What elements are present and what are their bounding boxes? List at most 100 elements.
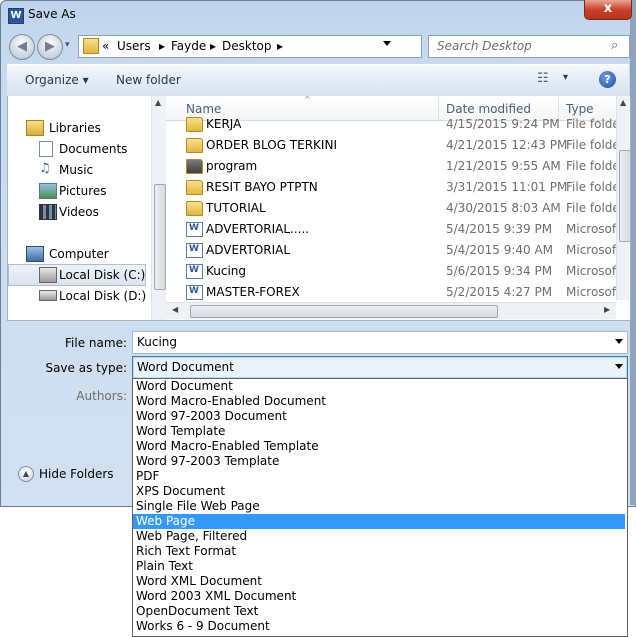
file-type: File folde — [566, 201, 618, 215]
save-type-option[interactable]: OpenDocument Text — [133, 604, 625, 619]
file-row[interactable]: ADVERTORIAL 5/4/2015 9:40 AM Microsoft — [166, 240, 618, 261]
file-row[interactable]: program 1/21/2015 9:55 AM File folde — [166, 156, 618, 177]
save-as-type-select[interactable]: Word Document — [132, 356, 628, 379]
save-type-option[interactable]: Word Document — [133, 379, 625, 394]
save-type-option[interactable]: Word 97-2003 Template — [133, 454, 625, 469]
nav-item-label: Music — [59, 163, 94, 177]
save-type-option[interactable]: PDF — [133, 469, 625, 484]
scroll-right-icon[interactable]: ▶ — [604, 305, 610, 314]
file-name-dropdown-icon[interactable] — [615, 339, 623, 344]
save-type-option[interactable]: Word 2003 XML Document — [133, 589, 625, 604]
save-type-option[interactable]: Rich Text Format — [133, 544, 625, 559]
save-type-option[interactable]: Word 97-2003 Document — [133, 409, 625, 424]
scroll-up-icon[interactable]: ▲ — [620, 98, 626, 107]
breadcrumb-desktop[interactable]: Desktop — [222, 39, 272, 53]
scrollbar-thumb[interactable] — [190, 305, 498, 318]
nav-item-computer[interactable]: Computer — [8, 244, 151, 264]
disk-icon — [39, 267, 57, 283]
title-bar[interactable]: W Save As x — [0, 0, 636, 30]
forward-button[interactable]: ▶ — [37, 34, 63, 60]
file-name: ADVERTORIAL..... — [206, 222, 310, 236]
column-header-name[interactable]: Name — [186, 102, 221, 116]
breadcrumb-separator-icon: ▸ — [159, 39, 166, 53]
forward-arrow-icon: ▶ — [45, 39, 55, 54]
breadcrumb-separator-icon: ▸ — [210, 39, 217, 53]
authors-label: Authors: — [76, 389, 127, 403]
file-list-vertical-scrollbar[interactable]: ▲ — [616, 96, 630, 300]
nav-item-documents[interactable]: Documents — [8, 139, 151, 159]
recent-locations-chevron-icon[interactable]: ▾ — [65, 40, 70, 50]
scroll-up-icon[interactable]: ▲ — [155, 98, 161, 107]
file-date-modified: 1/21/2015 9:55 AM — [446, 159, 561, 173]
back-arrow-icon: ◀ — [17, 39, 27, 54]
file-row[interactable]: KERJA 4/15/2015 9:24 PM File folde — [166, 116, 618, 135]
nav-item-local-disk-c[interactable]: Local Disk (C:) — [8, 264, 146, 286]
file-name: KERJA — [206, 117, 242, 131]
search-input[interactable]: Search Desktop ⌕ — [428, 35, 630, 58]
address-dropdown-icon[interactable] — [383, 41, 391, 46]
toolbar: Organize ▾ New folder ☷ ▾ ? — [7, 64, 629, 97]
view-dropdown-icon[interactable]: ▾ — [563, 72, 568, 83]
folder-icon — [186, 117, 203, 132]
back-button[interactable]: ◀ — [9, 34, 35, 60]
save-type-option[interactable]: Web Page — [133, 514, 625, 529]
breadcrumb-fayde[interactable]: Fayde — [171, 39, 206, 53]
file-row[interactable]: ORDER BLOG TERKINI 4/21/2015 12:43 PM File… — [166, 135, 618, 156]
folder-icon — [186, 201, 203, 216]
file-type: File folde — [566, 117, 618, 131]
save-as-type-dropdown-icon[interactable] — [615, 364, 623, 369]
nav-pane-scrollbar[interactable]: ▲ — [151, 96, 166, 320]
file-type: File folde — [566, 138, 618, 152]
scrollbar-thumb[interactable] — [619, 150, 630, 242]
file-row[interactable]: Kucing 5/6/2015 9:34 PM Microsoft — [166, 261, 618, 282]
collapse-up-icon: ▲ — [18, 466, 34, 482]
file-name-input[interactable]: Kucing — [132, 331, 628, 354]
save-as-type-label: Save as type: — [45, 361, 127, 375]
save-type-option[interactable]: Word XML Document — [133, 574, 625, 589]
videos-icon — [39, 204, 57, 220]
documents-icon — [39, 141, 53, 157]
word-app-icon: W — [8, 8, 24, 24]
column-header-type[interactable]: Type — [566, 102, 594, 116]
save-type-option[interactable]: Works 6 - 9 Document — [133, 619, 625, 634]
new-folder-button[interactable]: New folder — [116, 73, 181, 87]
file-list-horizontal-scrollbar[interactable]: ◀ ▶ — [166, 302, 616, 319]
breadcrumb-users[interactable]: Users — [117, 39, 151, 53]
save-type-option[interactable]: Plain Text — [133, 559, 625, 574]
file-date-modified: 5/2/2015 4:27 PM — [446, 285, 553, 299]
nav-item-videos[interactable]: Videos — [8, 202, 151, 222]
file-row[interactable]: MASTER-FOREX 5/2/2015 4:27 PM Microsoft — [166, 282, 618, 300]
file-date-modified: 5/4/2015 9:40 AM — [446, 243, 554, 257]
file-name: MASTER-FOREX — [206, 285, 300, 299]
nav-item-music[interactable]: ♫ Music — [8, 160, 151, 180]
scroll-left-icon[interactable]: ◀ — [172, 305, 178, 314]
help-button[interactable]: ? — [599, 71, 616, 88]
scrollbar-thumb[interactable] — [154, 184, 166, 290]
search-icon[interactable]: ⌕ — [611, 38, 618, 53]
save-as-type-dropdown-list[interactable]: Word Document Word Macro-Enabled Document… — [132, 378, 628, 637]
file-row[interactable]: ADVERTORIAL..... 5/4/2015 9:39 PM Microsof… — [166, 219, 618, 240]
file-list[interactable]: ^ Name Date modified Type KERJA 4/15/2015… — [166, 96, 630, 320]
file-name-value: Kucing — [137, 335, 178, 349]
close-button[interactable]: x — [584, 0, 632, 20]
nav-item-pictures[interactable]: Pictures — [8, 181, 151, 201]
save-type-option[interactable]: XPS Document — [133, 484, 625, 499]
file-date-modified: 4/30/2015 8:03 AM — [446, 201, 561, 215]
file-row[interactable]: TUTORIAL 4/30/2015 8:03 AM File folde — [166, 198, 618, 219]
navigation-pane[interactable]: Libraries Documents ♫ Music Pictures Vid… — [8, 96, 151, 320]
folder-icon — [186, 159, 203, 174]
view-options-icon[interactable]: ☷ — [537, 71, 549, 86]
address-bar[interactable]: « Users ▸ Fayde ▸ Desktop ▸ ⇄ — [78, 35, 499, 58]
save-type-option[interactable]: Word Macro-Enabled Document — [133, 394, 625, 409]
save-type-option[interactable]: Word Macro-Enabled Template — [133, 439, 625, 454]
save-type-option[interactable]: Single File Web Page — [133, 499, 625, 514]
save-type-option[interactable]: Word Template — [133, 424, 625, 439]
nav-item-local-disk-d[interactable]: Local Disk (D:) — [8, 286, 151, 306]
file-name: Kucing — [206, 264, 247, 278]
organize-button[interactable]: Organize ▾ — [25, 73, 89, 87]
file-type: File folde — [566, 159, 618, 173]
file-row[interactable]: RESIT BAYO PTPTN 3/31/2015 11:01 PM File f… — [166, 177, 618, 198]
nav-item-libraries[interactable]: Libraries — [8, 118, 151, 138]
column-header-date[interactable]: Date modified — [446, 102, 531, 116]
save-type-option[interactable]: Web Page, Filtered — [133, 529, 625, 544]
